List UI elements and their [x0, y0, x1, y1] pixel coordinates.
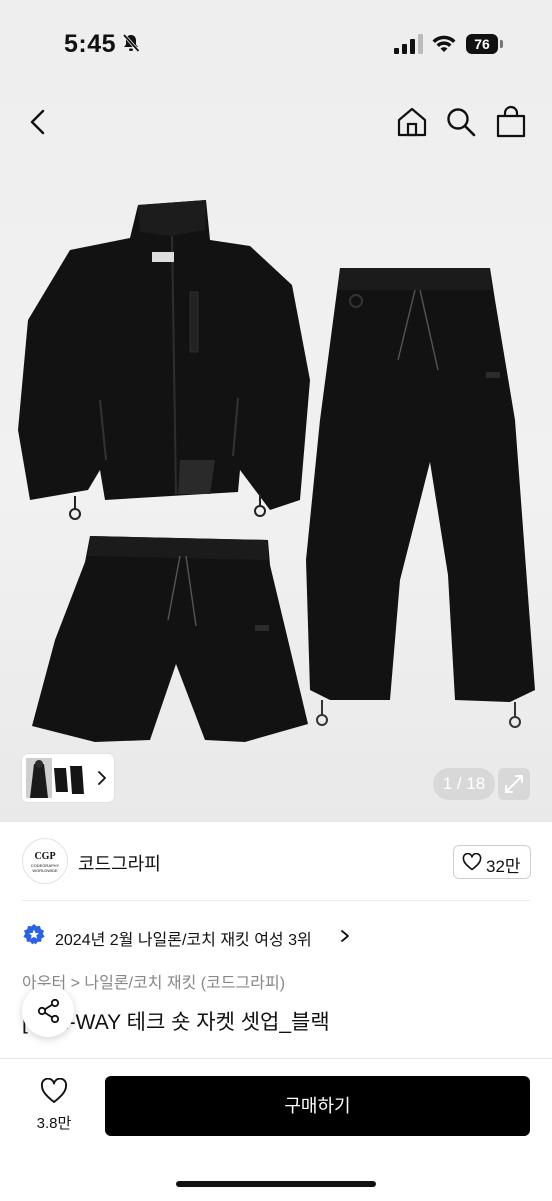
brand-logo[interactable]: CGP CODEGRAPHY WORLDWIDE [22, 838, 68, 884]
product-image[interactable] [0, 185, 552, 745]
thumbnail-strip[interactable] [22, 754, 114, 802]
brand-like-button[interactable]: 32만 [453, 845, 531, 879]
bell-off-icon [122, 33, 140, 53]
badge-icon [23, 924, 45, 945]
chevron-right-icon [341, 930, 349, 942]
chevron-right-icon[interactable] [94, 768, 110, 788]
brand-logo-subtext: CODEGRAPHY WORLDWIDE [30, 863, 60, 873]
heart-icon [462, 853, 482, 871]
thumbnail-image[interactable] [26, 758, 90, 798]
search-icon[interactable] [444, 105, 478, 139]
divider [22, 900, 530, 901]
battery-indicator: 76 [466, 34, 504, 54]
jacket-illustration [18, 200, 310, 520]
brand-logo-text: CGP [34, 851, 56, 862]
shorts-illustration [32, 536, 308, 742]
pants-illustration [306, 268, 535, 728]
wishlist-button[interactable]: 3.8만 [22, 1078, 86, 1136]
signal-icon [394, 34, 423, 54]
home-icon[interactable] [395, 105, 429, 139]
battery-level: 76 [466, 34, 498, 54]
wifi-icon [432, 35, 456, 52]
wishlist-count: 3.8만 [36, 1115, 72, 1132]
expand-icon[interactable] [498, 768, 530, 800]
brand-name[interactable]: 코드그라피 [78, 850, 161, 876]
brand-like-count: 32만 [486, 857, 521, 876]
heart-icon [40, 1078, 68, 1103]
battery-cap [500, 40, 503, 48]
expand-button[interactable] [498, 768, 530, 800]
bag-icon[interactable] [494, 105, 528, 139]
ranking-link[interactable]: 2024년 2월 나일론/코치 재킷 여성 3위 [22, 922, 422, 950]
share-button[interactable] [22, 985, 74, 1037]
status-time: 5:45 [64, 30, 117, 58]
home-indicator [176, 1181, 376, 1187]
buy-button[interactable]: 구매하기 [105, 1076, 530, 1136]
image-counter: 1 / 18 [433, 768, 495, 800]
back-icon[interactable] [22, 105, 56, 139]
ranking-text: 2024년 2월 나일론/코치 재킷 여성 3위 [55, 932, 312, 949]
status-bar: 5:45 76 [0, 0, 552, 90]
share-icon [37, 998, 60, 1024]
